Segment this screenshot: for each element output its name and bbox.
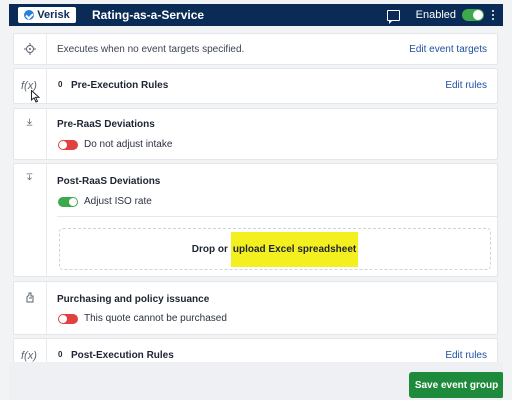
toggle-knob [59, 314, 67, 323]
arrow-down-icon [26, 118, 33, 126]
app-title: Rating-as-a-Service [92, 8, 205, 22]
more-menu-icon[interactable] [492, 10, 494, 20]
post-raas-deviations-card: Post-RaaS Deviations Adjust ISO rate Dro… [13, 163, 498, 277]
edit-event-targets-link[interactable]: Edit event targets [409, 44, 487, 55]
post-execution-title: Post-Execution Rules [71, 350, 174, 361]
pre-raas-deviations-card: Pre-RaaS Deviations Do not adjust intake [13, 108, 498, 160]
enabled-label: Enabled [415, 9, 456, 21]
divider [57, 216, 497, 217]
event-targets-card: Executes when no event targets specified… [13, 33, 498, 65]
dropzone-prefix: Drop or [191, 243, 228, 255]
purchasing-card: Purchasing and policy issuance This quot… [13, 281, 498, 335]
toggle-knob [69, 197, 77, 206]
app-frame: Verisk Rating-as-a-Service Enabled Execu… [9, 4, 503, 400]
upload-spreadsheet-link[interactable]: upload Excel spreadsheet [230, 231, 359, 267]
pre-execution-count: 0 [58, 80, 63, 89]
hand-money-icon [26, 292, 34, 303]
verisk-logo-icon [24, 10, 35, 20]
target-icon [24, 43, 36, 55]
do-not-adjust-intake-toggle[interactable] [58, 139, 78, 150]
comment-icon[interactable] [386, 9, 400, 24]
enabled-toggle[interactable] [462, 9, 484, 21]
purchasing-title: Purchasing and policy issuance [57, 294, 210, 305]
function-icon: f(x) [21, 350, 37, 362]
edit-post-execution-rules-link[interactable]: Edit rules [445, 350, 487, 361]
card-gutter [14, 164, 47, 276]
event-targets-text: Executes when no event targets specified… [57, 44, 245, 55]
toggle-knob [473, 10, 483, 20]
logo-text: Verisk [37, 9, 70, 21]
post-raas-toggle-row: Adjust ISO rate [58, 196, 152, 207]
card-gutter [14, 282, 47, 334]
pre-execution-rules-card: f(x) 0 Pre-Execution Rules Edit rules [13, 68, 498, 104]
cannot-be-purchased-toggle[interactable] [58, 313, 78, 324]
save-event-group-button[interactable]: Save event group [409, 372, 503, 398]
card-gutter [14, 109, 47, 159]
toggle-knob [59, 140, 67, 149]
adjust-iso-rate-toggle[interactable] [58, 196, 78, 207]
spreadsheet-dropzone[interactable]: Drop or upload Excel spreadsheet [59, 228, 491, 270]
post-raas-title: Post-RaaS Deviations [57, 176, 161, 187]
purchasing-toggle-label: This quote cannot be purchased [84, 313, 227, 324]
verisk-logo: Verisk [18, 7, 76, 23]
mouse-cursor-icon [31, 90, 40, 103]
pre-execution-title: Pre-Execution Rules [71, 80, 169, 91]
pre-raas-toggle-row: Do not adjust intake [58, 139, 172, 150]
purchasing-toggle-row: This quote cannot be purchased [58, 313, 227, 324]
card-gutter [14, 34, 47, 64]
post-raas-toggle-label: Adjust ISO rate [84, 196, 152, 207]
pre-raas-toggle-label: Do not adjust intake [84, 139, 173, 150]
arrow-down-icon [26, 173, 33, 181]
top-bar: Verisk Rating-as-a-Service Enabled [9, 4, 503, 26]
pre-raas-title: Pre-RaaS Deviations [57, 119, 155, 130]
post-execution-count: 0 [58, 350, 63, 359]
edit-pre-execution-rules-link[interactable]: Edit rules [445, 80, 487, 91]
